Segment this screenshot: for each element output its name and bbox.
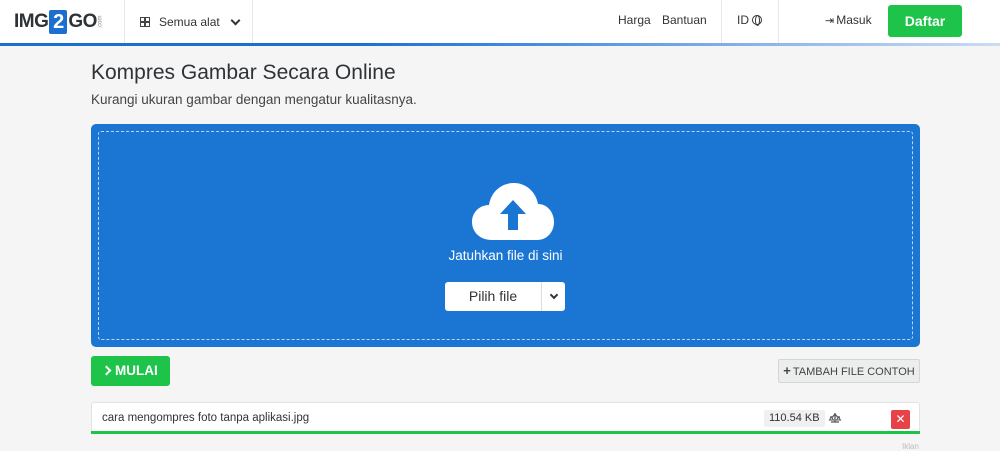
start-button[interactable]: MULAI bbox=[91, 356, 170, 386]
nav-help-link[interactable]: Bantuan bbox=[662, 0, 707, 44]
upload-progress-fill bbox=[91, 431, 920, 434]
logo-text-2: 2 bbox=[49, 10, 68, 34]
chevron-down-icon bbox=[549, 290, 558, 299]
globe-icon bbox=[752, 15, 762, 26]
logo-text-go: GO bbox=[68, 11, 97, 32]
top-navbar: IMG 2 GO .com Semua alat Harga Bantuan ID ⇥… bbox=[0, 0, 1000, 44]
start-label: MULAI bbox=[115, 363, 158, 378]
img2go-logo[interactable]: IMG 2 GO .com bbox=[14, 9, 107, 35]
add-sample-label: TAMBAH FILE CONTOH bbox=[792, 366, 915, 378]
plus-icon: + bbox=[783, 363, 791, 378]
logo-text-com: .com bbox=[97, 15, 104, 29]
page-subtitle: Kurangi ukuran gambar dengan mengatur ku… bbox=[91, 92, 417, 107]
drop-files-text: Jatuhkan file di sini bbox=[448, 248, 563, 263]
chevron-down-icon bbox=[230, 15, 241, 25]
grid-icon bbox=[140, 17, 150, 27]
cloud-upload-icon bbox=[472, 183, 554, 240]
logo-text-img: IMG bbox=[14, 11, 49, 32]
language-selector[interactable]: ID bbox=[737, 0, 762, 44]
header-accent-bar bbox=[0, 43, 1000, 46]
divider bbox=[778, 0, 779, 44]
all-tools-menu[interactable]: Semua alat bbox=[140, 0, 241, 44]
file-name: cara mengompres foto tanpa aplikasi.jpg bbox=[102, 412, 310, 424]
file-list-item: cara mengompres foto tanpa aplikasi.jpg … bbox=[91, 402, 920, 434]
file-drop-zone[interactable]: Jatuhkan file di sini bbox=[91, 124, 920, 347]
all-tools-label: Semua alat bbox=[159, 15, 220, 29]
language-label: ID bbox=[737, 13, 749, 27]
upload-progress-bar bbox=[91, 431, 920, 434]
login-link[interactable]: ⇥ Masuk bbox=[825, 0, 872, 44]
choose-file-dropdown[interactable] bbox=[542, 282, 565, 311]
divider bbox=[721, 0, 722, 44]
choose-file-button[interactable]: Pilih file bbox=[445, 282, 542, 311]
ad-label: Iklan bbox=[902, 442, 919, 451]
compare-scale-icon[interactable] bbox=[828, 411, 842, 425]
divider bbox=[124, 0, 125, 44]
nav-pricing-link[interactable]: Harga bbox=[618, 0, 651, 44]
add-sample-file-button[interactable]: + TAMBAH FILE CONTOH bbox=[778, 359, 920, 383]
sign-in-icon: ⇥ bbox=[825, 15, 835, 27]
login-label: Masuk bbox=[836, 13, 872, 27]
page-title: Kompres Gambar Secara Online bbox=[91, 61, 396, 84]
remove-file-button[interactable]: ✕ bbox=[891, 410, 910, 429]
divider bbox=[252, 0, 253, 44]
file-size-badge: 110.54 KB bbox=[764, 410, 825, 427]
signup-button[interactable]: Daftar bbox=[888, 5, 962, 37]
chevron-right-icon bbox=[101, 365, 112, 376]
choose-file-button-group: Pilih file bbox=[445, 282, 565, 311]
